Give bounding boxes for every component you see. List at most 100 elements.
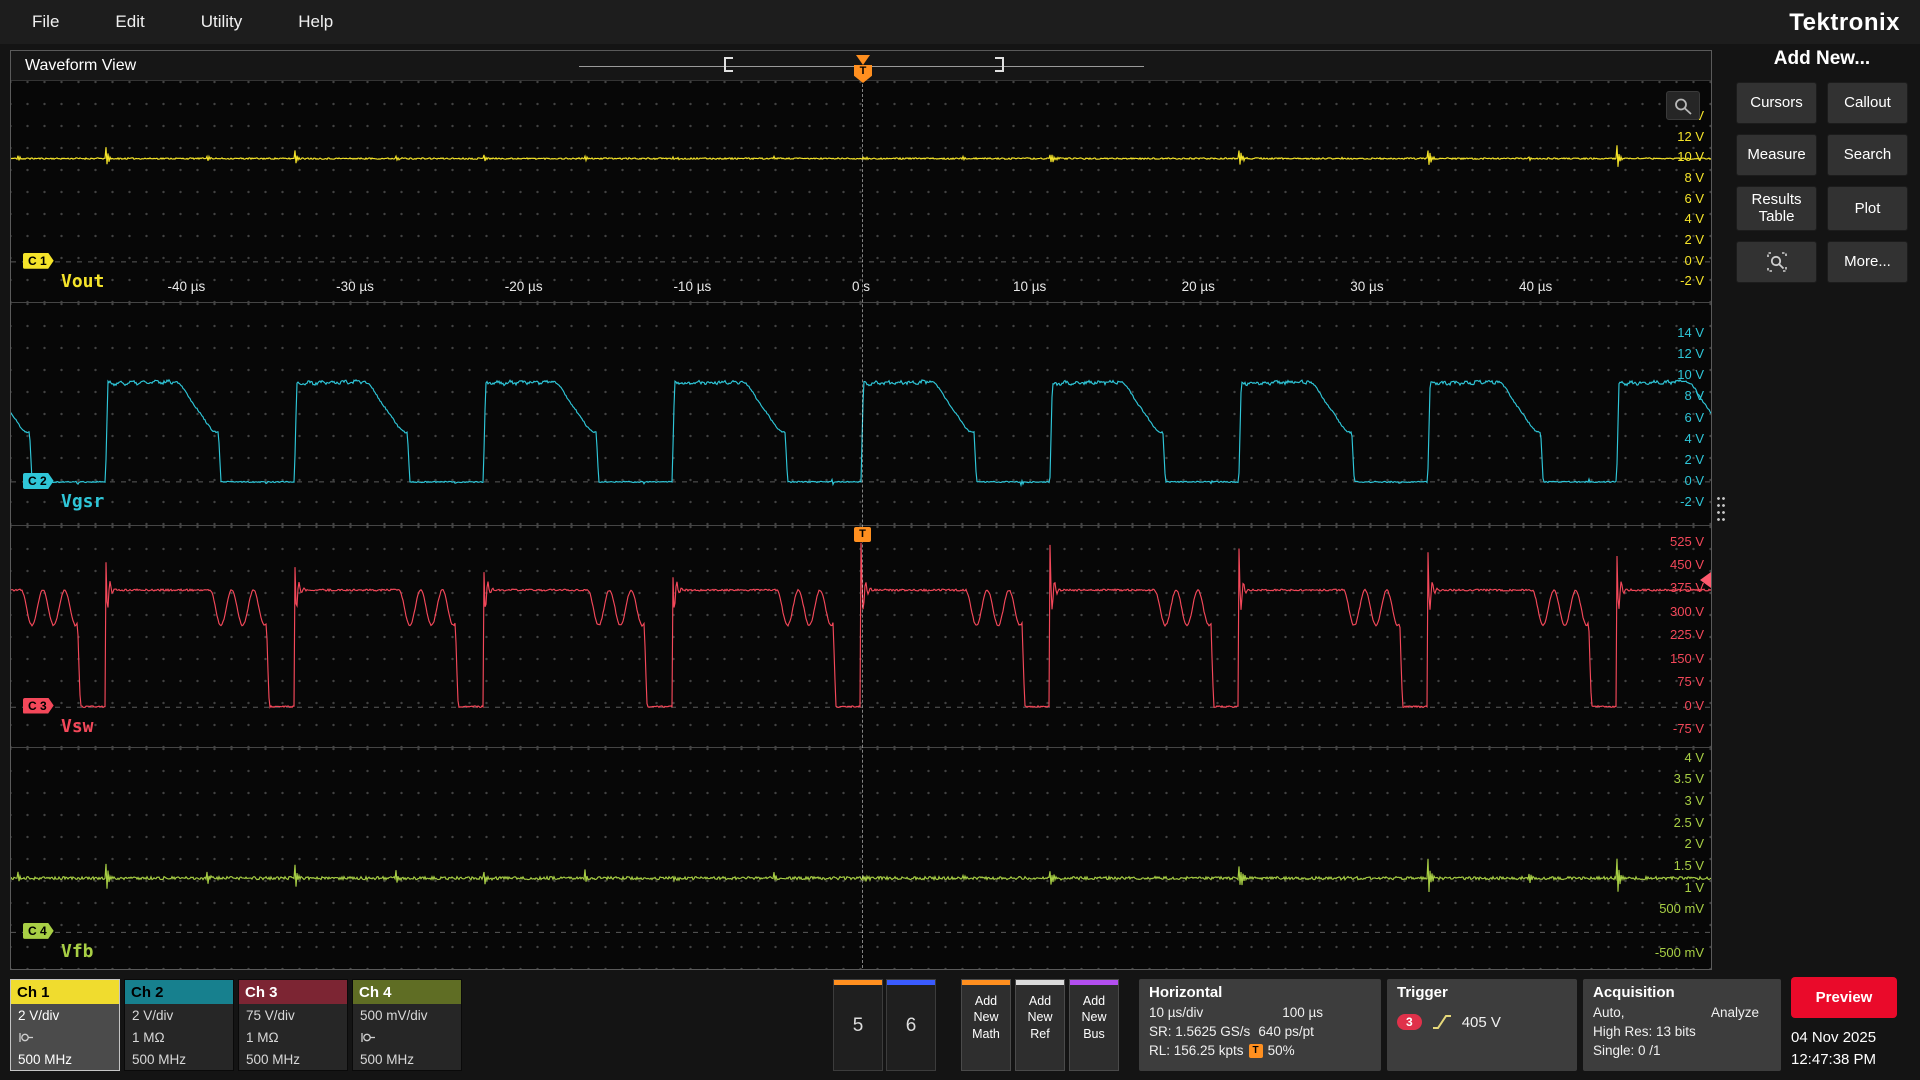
add-button-label-line: Ref: [1016, 1026, 1064, 1042]
preview-button[interactable]: Preview: [1791, 977, 1897, 1018]
add-new-callout-button[interactable]: Callout: [1827, 82, 1908, 124]
add-button-accent-strip: [1016, 980, 1064, 985]
acquisition-single: Single: 0 /1: [1593, 1043, 1771, 1058]
acquisition-settings-tile[interactable]: Acquisition Auto, Analyze High Res: 13 b…: [1583, 979, 1781, 1071]
zoom-select-icon[interactable]: [1736, 241, 1817, 283]
scale-label: 2 V: [1634, 452, 1704, 468]
scale-label: 4 V: [1634, 750, 1704, 766]
menu-edit[interactable]: Edit: [115, 12, 144, 32]
zoom-select-glyph: [1765, 250, 1789, 274]
scale-label: 10 V: [1634, 367, 1704, 383]
channel-scale: 2 V/div: [11, 1004, 119, 1026]
time-axis-label: 10 µs: [1002, 279, 1058, 294]
trigger-level-marker[interactable]: [1700, 572, 1711, 588]
channel-tile-ch1[interactable]: Ch 12 V/div500 MHz: [10, 979, 120, 1071]
channel-accent-strip: [834, 980, 882, 985]
menu-utility[interactable]: Utility: [201, 12, 243, 32]
menu-help[interactable]: Help: [298, 12, 333, 32]
channel-badge-vfb[interactable]: C 4: [23, 923, 54, 939]
add-new-results-table-button[interactable]: Results Table: [1736, 186, 1817, 231]
add-new-more-button[interactable]: More...: [1827, 241, 1908, 283]
bottom-bar: Horizontal 10 µs/div 100 µs SR: 1.5625 G…: [0, 975, 1920, 1080]
channel-tile-ch3[interactable]: Ch 375 V/div1 MΩ500 MHz: [238, 979, 348, 1071]
scale-label: 2 V: [1634, 232, 1704, 248]
waveform-slice-vout[interactable]: 14 V12 V10 V8 V6 V4 V2 V0 V-2 VC 1Vout-4…: [11, 81, 1711, 303]
horizontal-position: 50%: [1268, 1043, 1295, 1058]
waveform-slices: 14 V12 V10 V8 V6 V4 V2 V0 V-2 VC 1Vout-4…: [11, 81, 1711, 969]
channel-bandwidth: 500 MHz: [125, 1048, 233, 1070]
add-new-search-button[interactable]: Search: [1827, 134, 1908, 176]
channel-tile-ch4[interactable]: Ch 4500 mV/div500 MHz: [352, 979, 462, 1071]
channel-tile-ch2[interactable]: Ch 22 V/div1 MΩ500 MHz: [124, 979, 234, 1071]
add-button-label-line: New: [1016, 1009, 1064, 1025]
waveform-trace-vsw: [11, 526, 1711, 747]
horizontal-window: 100 µs: [1282, 1005, 1323, 1020]
add-new-cursors-button[interactable]: Cursors: [1736, 82, 1817, 124]
zoom-bracket-left[interactable]: [724, 57, 733, 72]
trigger-marker-ch3[interactable]: T: [854, 527, 871, 542]
add-button-label-line: Math: [962, 1026, 1010, 1042]
scale-label: -500 mV: [1634, 945, 1704, 961]
add-button-label: AddNewRef: [1016, 993, 1064, 1042]
scale-label: 4 V: [1634, 431, 1704, 447]
add-new-sidebar: Add New... CursorsCalloutMeasureSearchRe…: [1736, 48, 1908, 283]
scale-label: 450 V: [1634, 557, 1704, 573]
scale-label: 525 V: [1634, 534, 1704, 550]
channel-button-6[interactable]: 6: [886, 979, 936, 1071]
time-label: 12:47:38 PM: [1791, 1049, 1876, 1071]
add-new-bus-button[interactable]: AddNewBus: [1069, 979, 1119, 1071]
horizontal-scale: 10 µs/div: [1149, 1005, 1203, 1020]
zoom-bracket-right[interactable]: [995, 57, 1004, 72]
scale-label: 14 V: [1634, 325, 1704, 341]
add-new-ref-button[interactable]: AddNewRef: [1015, 979, 1065, 1071]
waveform-slice-vsw[interactable]: 525 V450 V375 V300 V225 V150 V75 V0 V-75…: [11, 526, 1711, 748]
scale-label: 300 V: [1634, 604, 1704, 620]
waveform-slice-vfb[interactable]: 4 V3.5 V3 V2.5 V2 V1.5 V1 V500 mV-500 mV…: [11, 748, 1711, 969]
channel-badge-vgsr[interactable]: C 2: [23, 473, 54, 489]
scale-label: 12 V: [1634, 346, 1704, 362]
channel-probe: [353, 1026, 461, 1048]
add-new-measure-button[interactable]: Measure: [1736, 134, 1817, 176]
channel-impedance: 1 MΩ: [125, 1026, 233, 1048]
waveform-slice-vgsr[interactable]: 14 V12 V10 V8 V6 V4 V2 V0 V-2 VC 2Vgsr: [11, 303, 1711, 525]
tektronix-logo: Tektronix: [1789, 9, 1900, 37]
trigger-settings-tile[interactable]: Trigger 3 405 V: [1387, 979, 1577, 1071]
channel-bandwidth: 500 MHz: [11, 1048, 119, 1070]
trigger-source-badge: 3: [1397, 1014, 1422, 1030]
channel-scale: 75 V/div: [239, 1004, 347, 1026]
add-new-title: Add New...: [1736, 48, 1908, 70]
add-new-math-button[interactable]: AddNewMath: [961, 979, 1011, 1071]
channel-tile-header: Ch 4: [353, 980, 461, 1004]
scale-label: 1.5 V: [1634, 858, 1704, 874]
channel-badge-vout[interactable]: C 1: [23, 253, 54, 269]
scale-label: 3 V: [1634, 793, 1704, 809]
scale-label: 3.5 V: [1634, 771, 1704, 787]
time-axis-label: 20 µs: [1170, 279, 1226, 294]
time-axis-label: -10 µs: [664, 279, 720, 294]
scale-label: 225 V: [1634, 627, 1704, 643]
panel-resize-handle[interactable]: [1716, 495, 1726, 523]
scale-label: 0 V: [1634, 698, 1704, 714]
waveform-view-panel: Waveform View T T 14 V12 V10 V8 V6 V4 V2…: [10, 50, 1712, 970]
menu-file[interactable]: File: [32, 12, 59, 32]
channel-name-label: Vout: [61, 271, 104, 292]
date-label: 04 Nov 2025: [1791, 1027, 1876, 1049]
horizontal-settings-tile[interactable]: Horizontal 10 µs/div 100 µs SR: 1.5625 G…: [1139, 979, 1381, 1071]
oscilloscope-screen: { "menubar": { "items": [ {"label": "Fil…: [0, 0, 1920, 1080]
channel-bandwidth: 500 MHz: [239, 1048, 347, 1070]
scale-label: 500 mV: [1634, 901, 1704, 917]
waveform-view-title: Waveform View: [25, 57, 136, 75]
acquisition-analyze: Analyze: [1711, 1005, 1759, 1020]
time-axis-label: -20 µs: [496, 279, 552, 294]
trigger-level: 405 V: [1462, 1014, 1501, 1031]
horizontal-sample-rate: SR: 1.5625 GS/s: [1149, 1024, 1250, 1039]
add-new-grid: CursorsCalloutMeasureSearchResults Table…: [1736, 82, 1908, 283]
channel-button-5[interactable]: 5: [833, 979, 883, 1071]
zoom-icon[interactable]: [1666, 91, 1700, 120]
scale-label: 10 V: [1634, 149, 1704, 165]
channel-badge-vsw[interactable]: C 3: [23, 698, 54, 714]
add-new-plot-button[interactable]: Plot: [1827, 186, 1908, 231]
trigger-position-triangle[interactable]: [856, 55, 870, 65]
channel-name-label: Vfb: [61, 941, 94, 962]
scale-label: -2 V: [1634, 273, 1704, 289]
